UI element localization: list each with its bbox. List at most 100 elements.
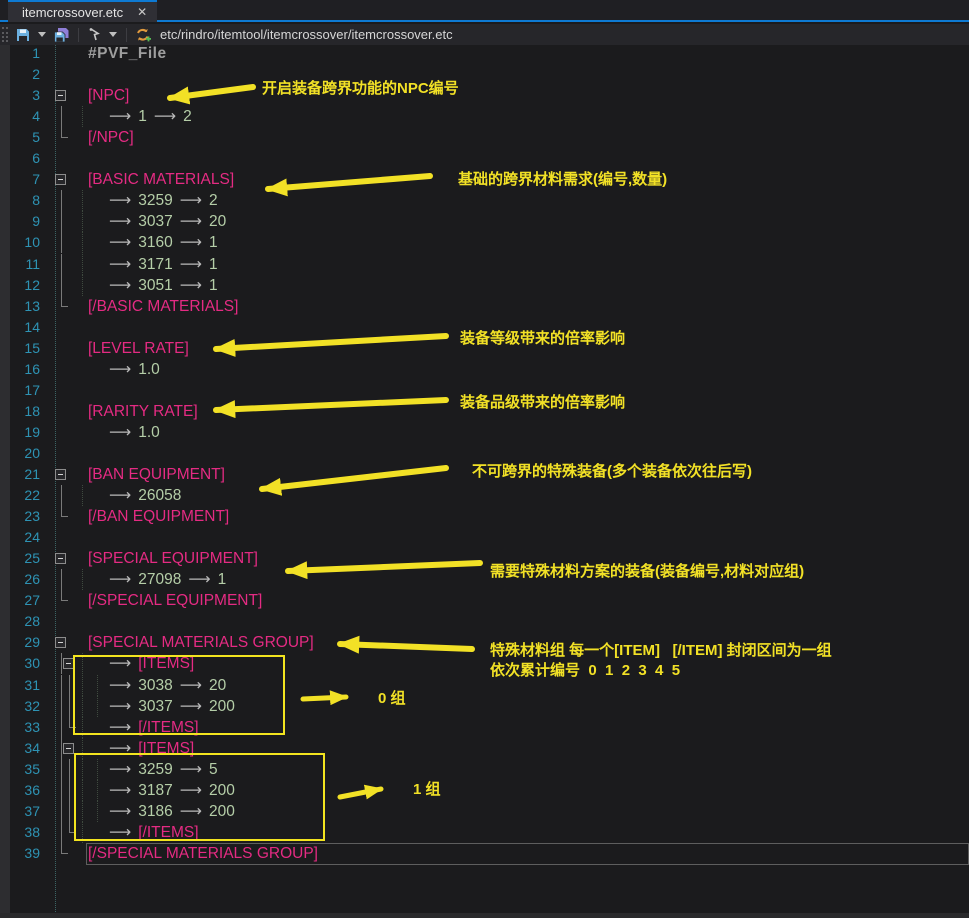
fold-guide-line: [61, 801, 62, 822]
separator-arrow-icon: ⟶: [102, 107, 138, 125]
code-line[interactable]: 4⟶1⟶2: [0, 106, 969, 127]
code-line[interactable]: 19⟶1.0: [0, 422, 969, 443]
line-number: 12: [0, 275, 40, 296]
pvf-number: 1.0: [138, 361, 160, 378]
annotation-group0: 0 组: [378, 687, 406, 708]
code-line[interactable]: 22⟶26058: [0, 485, 969, 506]
fold-guide-line: [61, 780, 62, 801]
pvf-tag: [/BAN EQUIPMENT]: [88, 508, 229, 525]
fold-collapse-icon[interactable]: [55, 174, 66, 185]
code-line[interactable]: 26⟶27098⟶1: [0, 569, 969, 590]
fold-guide-line: [61, 759, 62, 780]
fold-guide-line: [61, 127, 68, 138]
code-text: ⟶1⟶2: [88, 106, 192, 127]
code-line[interactable]: 3 [NPC]: [0, 85, 969, 106]
pvf-number: 3051: [138, 277, 172, 294]
code-text: ⟶3160⟶1: [88, 232, 218, 253]
fold-guide-line: [61, 738, 62, 759]
code-line[interactable]: 1#PVF_File: [0, 43, 969, 64]
tool-dropdown-chevron-icon[interactable]: [109, 32, 117, 37]
code-line[interactable]: 9⟶3037⟶20: [0, 211, 969, 232]
annotation-special: 需要特殊材料方案的装备(装备编号,材料对应组): [490, 560, 804, 581]
fold-guide-line: [61, 717, 62, 738]
editor-bottom-edge: [0, 913, 969, 918]
pvf-tag: [/BASIC MATERIALS]: [88, 298, 238, 315]
code-line[interactable]: 2: [0, 64, 969, 85]
line-number: 33: [0, 717, 40, 738]
pvf-number: 3259: [138, 192, 172, 209]
pvf-tag: [LEVEL RATE]: [88, 340, 189, 357]
code-line[interactable]: 24: [0, 527, 969, 548]
pvf-number: 2: [183, 108, 192, 125]
separator-arrow-icon: ⟶: [173, 276, 209, 294]
toolbar-separator: [126, 28, 127, 42]
code-line[interactable]: 13[/BASIC MATERIALS]: [0, 296, 969, 317]
code-line[interactable]: 5[/NPC]: [0, 127, 969, 148]
toolbar-grip[interactable]: [2, 27, 8, 42]
pvf-tag: [NPC]: [88, 87, 129, 104]
line-number: 3: [0, 85, 40, 106]
line-number: 27: [0, 590, 40, 611]
indent-guide: [82, 232, 83, 253]
indent-guide: [82, 211, 83, 232]
fold-guide-line: [61, 506, 68, 517]
code-line[interactable]: 6: [0, 148, 969, 169]
group0-highlight-box: [73, 655, 285, 735]
code-line[interactable]: 8 ⟶3259⟶2: [0, 190, 969, 211]
annotation-group-line1: 特殊材料组 每一个[ITEM] [/ITEM] 封闭区间为一组: [490, 639, 832, 660]
sync-active-document-icon: [135, 27, 151, 43]
fold-collapse-icon[interactable]: [63, 743, 74, 754]
fold-collapse-icon[interactable]: [55, 90, 66, 101]
save-dropdown-chevron-icon[interactable]: [38, 32, 46, 37]
pvf-number: 20: [209, 213, 226, 230]
tab-itemcrossover[interactable]: itemcrossover.etc ✕: [8, 0, 157, 22]
code-line[interactable]: 23[/BAN EQUIPMENT]: [0, 506, 969, 527]
indent-guide: [82, 190, 83, 211]
fold-guide-line: [69, 801, 70, 822]
pvf-tag: [BASIC MATERIALS]: [88, 171, 234, 188]
fold-guide-line: [61, 653, 62, 674]
code-line[interactable]: 28: [0, 611, 969, 632]
line-number: 8: [0, 190, 40, 211]
line-number: 32: [0, 696, 40, 717]
fold-guide-line: [61, 275, 62, 296]
code-text: [/BASIC MATERIALS]: [88, 296, 238, 317]
line-number: 38: [0, 822, 40, 843]
annotation-group-line2: 依次累计编号 0 1 2 3 4 5: [490, 659, 680, 680]
line-number: 25: [0, 548, 40, 569]
pvf-number: 1: [218, 571, 227, 588]
fold-guide-line: [61, 232, 62, 253]
fold-collapse-icon[interactable]: [55, 469, 66, 480]
pvf-number: 2: [209, 192, 218, 209]
code-line[interactable]: 10⟶3160⟶1: [0, 232, 969, 253]
save-all-button[interactable]: [50, 25, 73, 44]
tool-button[interactable]: [84, 25, 105, 44]
code-line[interactable]: 25[SPECIAL EQUIPMENT]: [0, 548, 969, 569]
code-text: ⟶3051⟶1: [88, 275, 218, 296]
line-number: 39: [0, 843, 40, 864]
code-line[interactable]: 12 ⟶3051⟶1: [0, 275, 969, 296]
fold-guide-line: [61, 106, 62, 127]
fold-guide-line: [69, 675, 70, 696]
separator-arrow-icon: ⟶: [181, 570, 217, 588]
line-number: 18: [0, 401, 40, 422]
separator-arrow-icon: ⟶: [102, 276, 138, 294]
separator-arrow-icon: ⟶: [173, 191, 209, 209]
tab-bar: itemcrossover.etc ✕: [0, 0, 969, 22]
pvf-tag: [BAN EQUIPMENT]: [88, 466, 225, 483]
tab-close-icon[interactable]: ✕: [137, 6, 147, 18]
line-number: 35: [0, 759, 40, 780]
code-line[interactable]: 27[/SPECIAL EQUIPMENT]: [0, 590, 969, 611]
sync-button[interactable]: [132, 25, 154, 44]
code-text: [BAN EQUIPMENT]: [88, 464, 225, 485]
code-text: [SPECIAL MATERIALS GROUP]: [88, 632, 314, 653]
annotation-group1: 1 组: [413, 778, 441, 799]
code-text: ⟶3259⟶2: [88, 190, 218, 211]
fold-collapse-icon[interactable]: [55, 637, 66, 648]
save-button[interactable]: [12, 25, 34, 44]
line-number: 4: [0, 106, 40, 127]
code-line[interactable]: 16⟶1.0: [0, 359, 969, 380]
tool-icon: [87, 27, 102, 42]
code-line[interactable]: 11⟶3171⟶1: [0, 254, 969, 275]
fold-collapse-icon[interactable]: [55, 553, 66, 564]
